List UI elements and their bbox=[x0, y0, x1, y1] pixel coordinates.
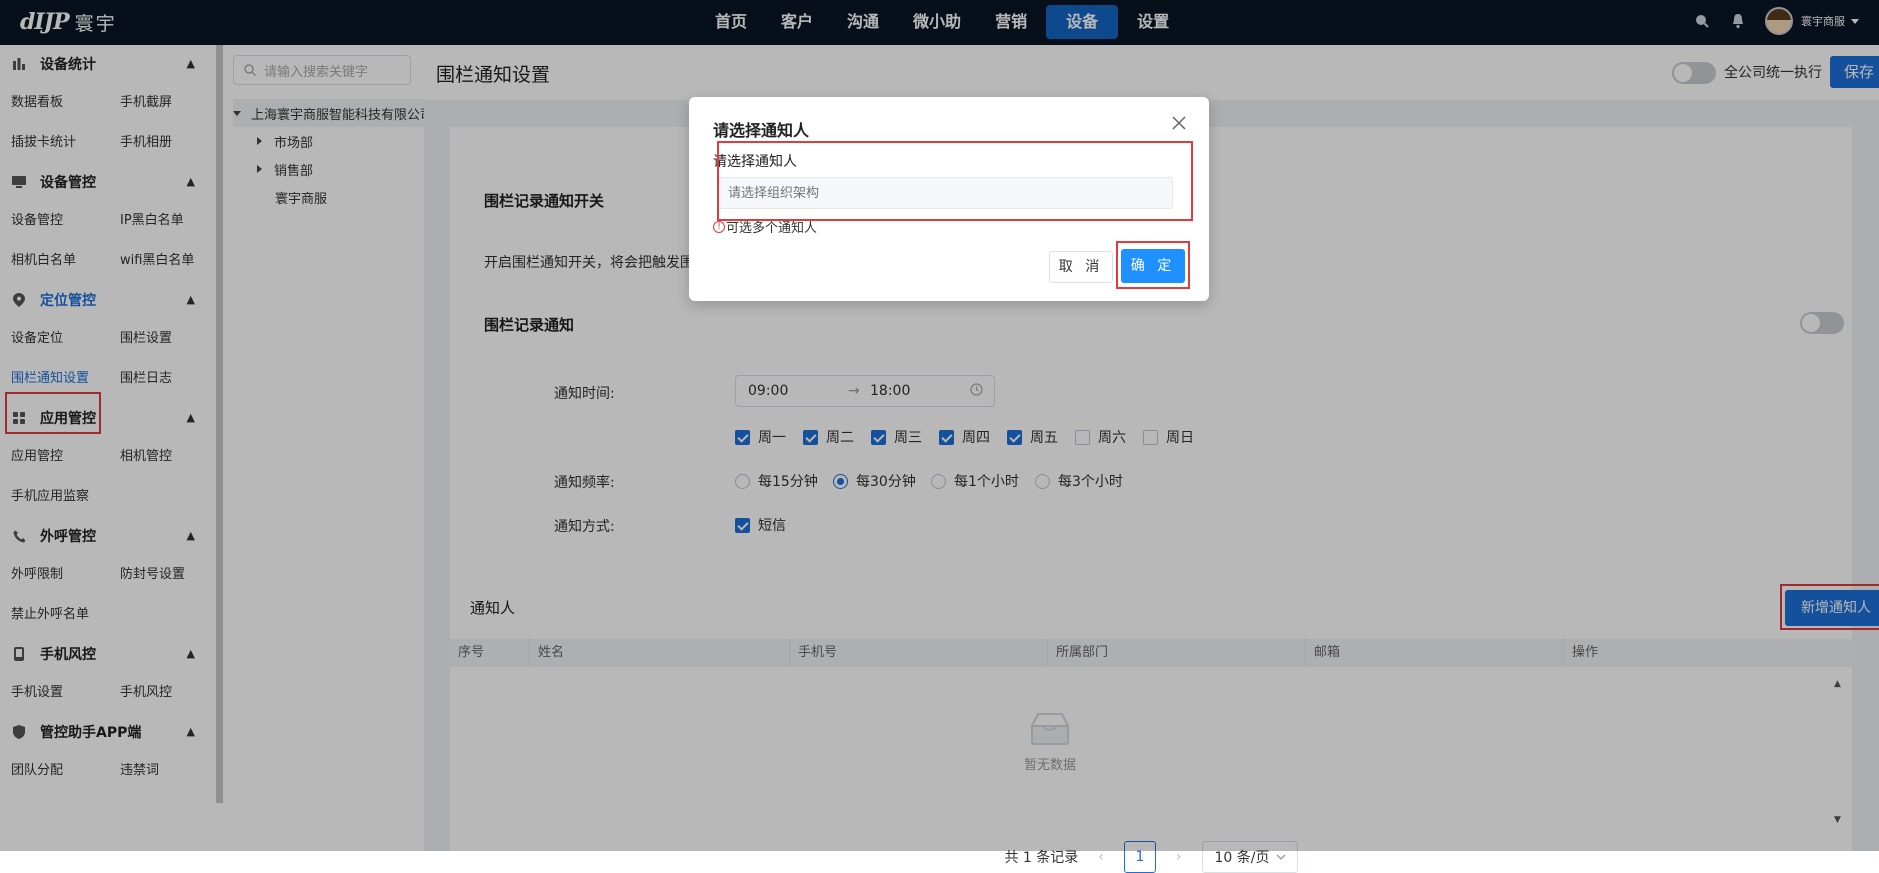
confirm-button[interactable]: 确 定 bbox=[1121, 249, 1185, 283]
select-recipient-dialog: 请选择通知人 请选择通知人 ! 可选多个通知人 取 消 确 定 bbox=[689, 97, 1209, 301]
dialog-title: 请选择通知人 bbox=[713, 121, 810, 140]
close-icon[interactable] bbox=[1171, 115, 1187, 131]
dialog-hint-text: 可选多个通知人 bbox=[726, 221, 818, 236]
chevron-down-icon bbox=[1276, 854, 1285, 860]
org-select-input[interactable] bbox=[717, 177, 1173, 209]
chevron-left-icon[interactable]: ‹ bbox=[1098, 849, 1104, 865]
dialog-field-label: 请选择通知人 bbox=[713, 154, 797, 170]
dialog-hint: ! 可选多个通知人 bbox=[713, 217, 817, 236]
chevron-right-icon[interactable]: › bbox=[1176, 849, 1182, 865]
info-icon: ! bbox=[713, 220, 725, 233]
cancel-button[interactable]: 取 消 bbox=[1049, 251, 1113, 283]
